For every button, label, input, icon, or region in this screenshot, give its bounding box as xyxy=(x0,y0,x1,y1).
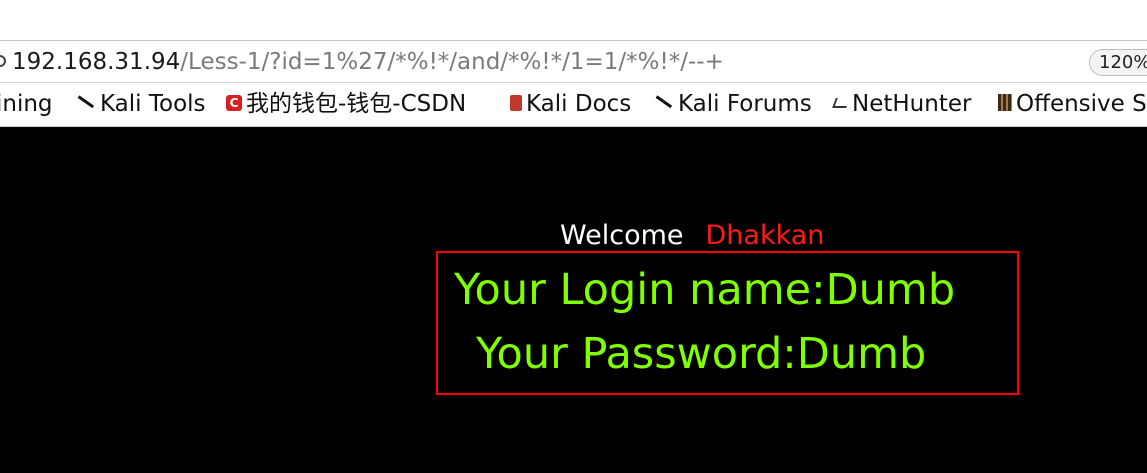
nethunter-icon xyxy=(832,97,850,108)
bookmark-nethunter[interactable]: NetHunter xyxy=(832,90,972,118)
welcome-line: Welcome Dhakkan xyxy=(560,220,824,252)
bookmark-label: Kali Docs xyxy=(526,91,632,117)
page-content: Welcome Dhakkan Your Login name:Dumb Your… xyxy=(0,127,1147,473)
welcome-text: Welcome xyxy=(560,220,684,251)
address-input[interactable]: 192.168.31.94/Less-1/?id=1%27/*%!*/and/*… xyxy=(12,48,724,76)
bookmark-offensive-security[interactable]: Offensive S xyxy=(998,90,1147,118)
csdn-icon: C xyxy=(226,94,242,111)
bookmark-label: NetHunter xyxy=(852,91,972,117)
password-text: Your Password:Dumb xyxy=(476,329,927,379)
address-host: 192.168.31.94 xyxy=(12,49,181,75)
bookmarks-toolbar: ining Kali Tools C 我的钱包-钱包-CSDN Kali Docs… xyxy=(0,83,1147,127)
bookmark-label: Kali Forums xyxy=(678,91,812,117)
address-path: /Less-1/?id=1%27/*%!*/and/*%!*/1=1/*%!*/… xyxy=(180,49,724,75)
site-info-icon[interactable] xyxy=(0,55,6,67)
bookmark-kali-forums[interactable]: Kali Forums xyxy=(653,90,812,118)
bookmark-label: 我的钱包-钱包-CSDN xyxy=(246,91,467,117)
address-bar[interactable]: 192.168.31.94/Less-1/?id=1%27/*%!*/and/*… xyxy=(0,40,1147,83)
browser-tab-strip xyxy=(0,0,1147,40)
login-result-box: Your Login name:Dumb Your Password:Dumb xyxy=(436,251,1019,395)
kali-docs-icon xyxy=(510,94,522,111)
bookmark-kali-tools[interactable]: Kali Tools xyxy=(75,90,206,118)
bookmark-csdn-wallet[interactable]: C 我的钱包-钱包-CSDN xyxy=(226,90,466,118)
bookmark-training[interactable]: ining xyxy=(0,90,53,118)
kali-dragon-icon xyxy=(75,94,95,111)
login-name-text: Your Login name:Dumb xyxy=(454,265,956,315)
bookmark-label: Kali Tools xyxy=(100,91,206,117)
offensive-security-icon xyxy=(998,94,1012,111)
bookmark-kali-docs[interactable]: Kali Docs xyxy=(510,90,631,118)
zoom-level-button[interactable]: 120% xyxy=(1089,49,1147,76)
welcome-name: Dhakkan xyxy=(705,220,825,251)
bookmark-label: Offensive S xyxy=(1016,91,1147,117)
kali-dragon-icon xyxy=(653,94,673,111)
bookmark-label: ining xyxy=(0,91,53,117)
